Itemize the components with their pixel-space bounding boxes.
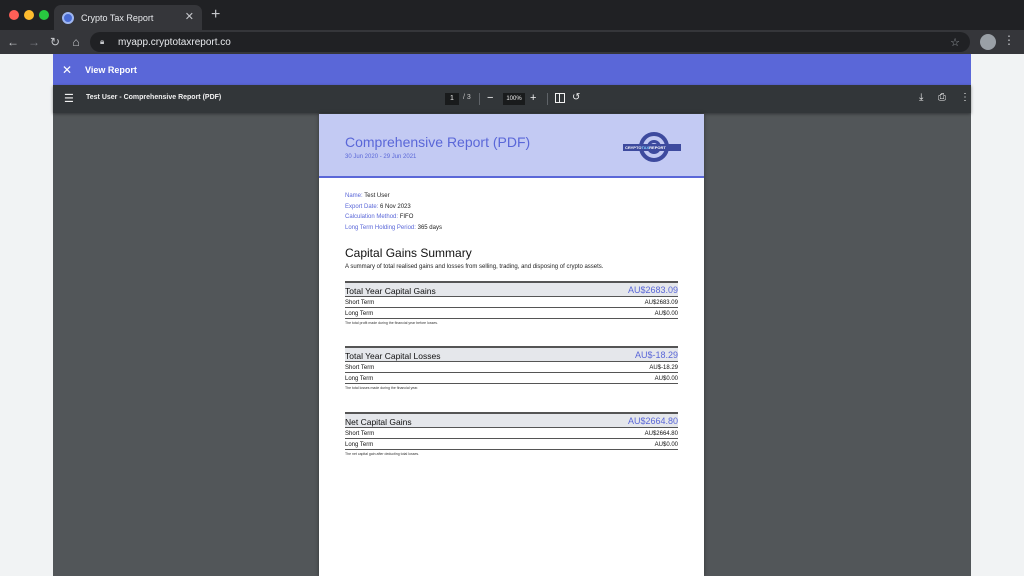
- fit-page-icon[interactable]: [555, 93, 565, 103]
- section-title: Capital Gains Summary: [345, 246, 472, 260]
- table-row: Short Term AU$2664.80: [345, 428, 678, 439]
- browser-toolbar: ← → ↻ ⌂ 🔒︎ myapp.cryptotaxreport.co ☆: [0, 30, 1024, 54]
- pdf-menu-icon[interactable]: ☰: [64, 92, 74, 106]
- reload-icon[interactable]: ↻: [47, 34, 63, 50]
- bookmark-star-icon[interactable]: ☆: [950, 36, 960, 49]
- capital-losses-block: Total Year Capital Losses AU$-18.29 Shor…: [345, 346, 678, 390]
- close-viewer-icon[interactable]: ✕: [53, 63, 81, 77]
- tab-title: Crypto Tax Report: [81, 12, 154, 23]
- block-total: AU$2664.80: [627, 416, 678, 426]
- block-header: Total Year Capital Losses AU$-18.29: [345, 346, 678, 362]
- home-icon[interactable]: ⌂: [68, 34, 84, 50]
- favicon-icon: [62, 11, 74, 24]
- block-label: Total Year Capital Gains: [345, 286, 436, 296]
- browser-tab[interactable]: Crypto Tax Report ✕: [54, 5, 202, 30]
- pdf-document-title: Test User - Comprehensive Report (PDF): [86, 94, 222, 101]
- section-description: A summary of total realised gains and lo…: [345, 264, 604, 270]
- new-tab-icon[interactable]: +: [211, 7, 220, 23]
- browser-tab-bar: Crypto Tax Report ✕ +: [0, 0, 1024, 30]
- block-header: Net Capital Gains AU$2664.80: [345, 412, 678, 428]
- block-header: Total Year Capital Gains AU$2683.09: [345, 281, 678, 297]
- window-maximize-dot[interactable]: [39, 10, 49, 20]
- logo-wordmark: CRYPTOTAXREPORT: [625, 145, 666, 150]
- profile-avatar[interactable]: [980, 34, 996, 50]
- report-title: Comprehensive Report (PDF): [345, 134, 531, 150]
- browser-menu-icon[interactable]: ⋮: [1003, 33, 1015, 47]
- toolbar-divider: [547, 93, 548, 105]
- rotate-icon[interactable]: ↺: [572, 91, 580, 105]
- window-minimize-dot[interactable]: [24, 10, 34, 20]
- viewer-title: View Report: [85, 64, 137, 75]
- download-icon[interactable]: ⤓: [919, 91, 923, 105]
- report-viewer-panel: ✕ View Report ☰ Test User - Comprehensiv…: [53, 54, 971, 576]
- window-close-dot[interactable]: [9, 10, 19, 20]
- meta-holding-period: Long Term Holding Period: 365 days: [345, 225, 442, 231]
- tab-close-icon[interactable]: ✕: [185, 12, 194, 23]
- report-header-band: Comprehensive Report (PDF) 30 Jun 2020 -…: [319, 114, 704, 178]
- viewer-header: ✕ View Report: [53, 54, 971, 85]
- forward-icon[interactable]: →: [26, 34, 42, 50]
- meta-name: Name: Test User: [345, 193, 390, 199]
- meta-calculation-method: Calculation Method: FIFO: [345, 214, 414, 220]
- block-total: AU$2683.09: [627, 285, 678, 295]
- pdf-page: Comprehensive Report (PDF) 30 Jun 2020 -…: [319, 114, 704, 576]
- crypto-tax-report-logo: CRYPTOTAXREPORT: [623, 130, 681, 164]
- toolbar-divider: [479, 93, 480, 105]
- back-icon[interactable]: ←: [5, 34, 21, 50]
- address-bar[interactable]: 🔒︎ myapp.cryptotaxreport.co ☆: [90, 32, 970, 52]
- lock-icon: 🔒︎: [100, 37, 105, 46]
- page-number-input[interactable]: 1: [445, 93, 459, 105]
- page-total: / 3: [463, 94, 471, 101]
- zoom-level-input[interactable]: 100%: [503, 93, 525, 105]
- pdf-toolbar: ☰ Test User - Comprehensive Report (PDF)…: [53, 85, 971, 113]
- block-note: The net capital gain after deducting tot…: [345, 452, 420, 456]
- block-label: Total Year Capital Losses: [345, 351, 441, 361]
- block-label: Net Capital Gains: [345, 417, 412, 427]
- table-row: Long Term AU$0.00: [345, 373, 678, 384]
- table-row: Short Term AU$-18.29: [345, 362, 678, 373]
- meta-export-date: Export Date: 6 Nov 2023: [345, 204, 411, 210]
- capital-gains-block: Total Year Capital Gains AU$2683.09 Shor…: [345, 281, 678, 325]
- zoom-out-icon[interactable]: −: [487, 91, 493, 105]
- block-note: The total losses made during the financi…: [345, 386, 419, 390]
- block-note: The total profit made during the financi…: [345, 321, 438, 325]
- report-date-range: 30 Jun 2020 - 29 Jun 2021: [345, 154, 417, 160]
- block-total: AU$-18.29: [634, 350, 678, 360]
- net-capital-gains-block: Net Capital Gains AU$2664.80 Short Term …: [345, 412, 678, 456]
- url-text[interactable]: myapp.cryptotaxreport.co: [118, 37, 950, 48]
- zoom-in-icon[interactable]: +: [530, 91, 536, 105]
- table-row: Short Term AU$2683.09: [345, 297, 678, 308]
- pdf-more-icon[interactable]: ⋮: [960, 91, 970, 105]
- table-row: Long Term AU$0.00: [345, 439, 678, 450]
- print-icon[interactable]: ⎙: [938, 91, 946, 105]
- table-row: Long Term AU$0.00: [345, 308, 678, 319]
